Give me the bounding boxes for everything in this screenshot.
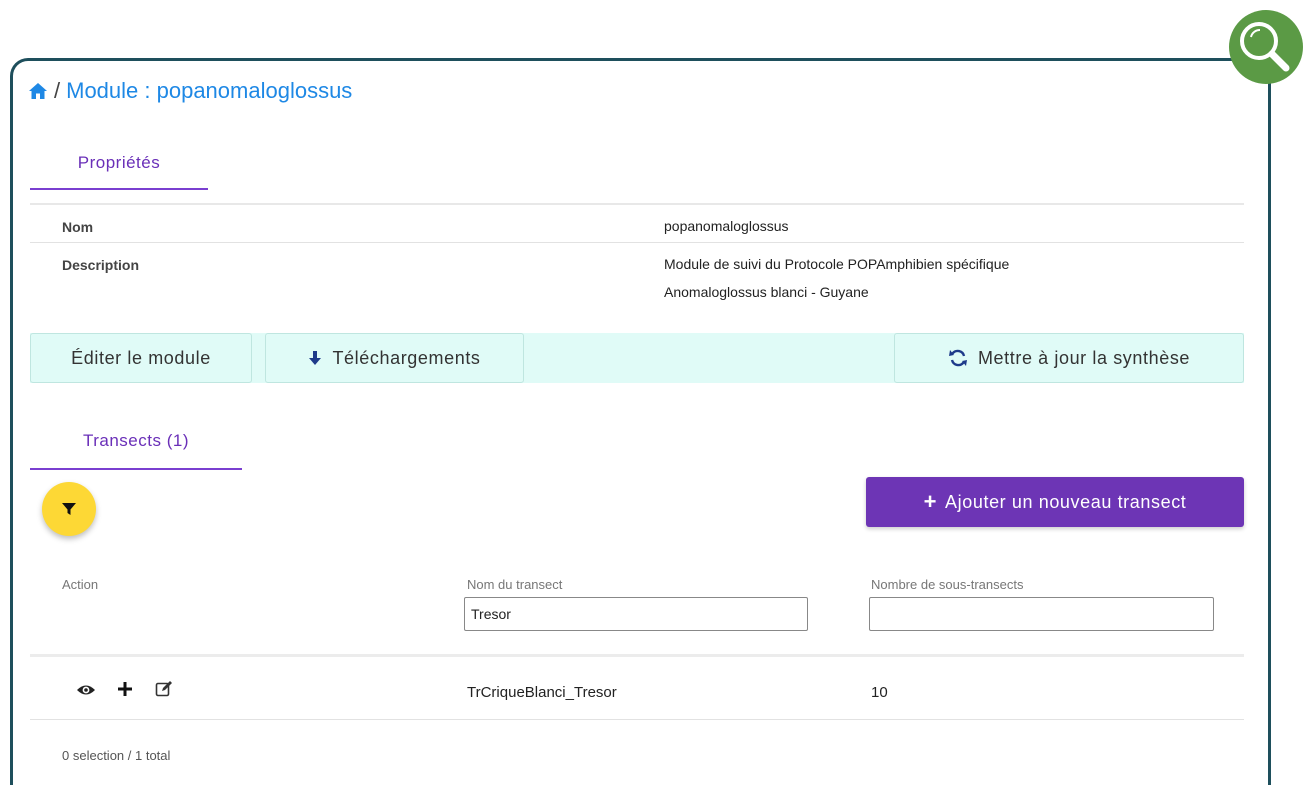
edit-icon[interactable]: [155, 680, 173, 698]
filter-toggle-button[interactable]: [42, 482, 96, 536]
edit-module-label: Éditer le module: [71, 347, 211, 368]
downloads-label: Téléchargements: [332, 347, 481, 368]
add-transect-label: Ajouter un nouveau transect: [945, 491, 1187, 512]
row-transect-name: TrCriqueBlanci_Tresor: [467, 684, 617, 701]
property-value-name: popanomaloglossus: [664, 218, 789, 234]
edit-module-button[interactable]: Éditer le module: [30, 333, 252, 383]
home-icon[interactable]: [28, 81, 48, 101]
filter-name-input[interactable]: [464, 597, 808, 631]
update-synthesis-button[interactable]: Mettre à jour la synthèse: [894, 333, 1244, 383]
downloads-button[interactable]: Téléchargements: [265, 333, 524, 383]
add-transect-button[interactable]: + Ajouter un nouveau transect: [866, 477, 1244, 527]
row-divider: [30, 719, 1244, 720]
tab-transects[interactable]: Transects (1): [30, 414, 242, 470]
filter-sub-count-input[interactable]: [869, 597, 1214, 631]
view-eye-icon[interactable]: [76, 683, 96, 697]
description-line-2: Anomaloglossus blanci - Guyane: [664, 284, 869, 300]
refresh-icon: [948, 349, 967, 367]
add-plus-icon[interactable]: [118, 682, 132, 696]
column-header-action: Action: [62, 577, 99, 592]
breadcrumb-separator: /: [54, 78, 61, 103]
divider: [30, 203, 1244, 205]
row-sub-count: 10: [871, 684, 888, 701]
tab-properties[interactable]: Propriétés: [30, 138, 208, 190]
breadcrumb: / Module : popanomaloglossus: [28, 76, 352, 106]
column-header-sub-count[interactable]: Nombre de sous-transects: [871, 577, 1023, 592]
update-synthesis-label: Mettre à jour la synthèse: [977, 347, 1191, 368]
breadcrumb-module-link[interactable]: Module : popanomaloglossus: [66, 78, 352, 104]
filter-icon: [62, 503, 76, 515]
magnifier-badge-icon: [1229, 10, 1303, 84]
property-label-description: Description: [62, 257, 140, 273]
arrow-down-icon: [309, 351, 322, 365]
header-divider: [30, 654, 1244, 657]
column-header-name[interactable]: Nom du transect: [467, 577, 562, 592]
table-footer-count: 0 selection / 1 total: [62, 748, 171, 763]
property-label-name: Nom: [62, 219, 94, 235]
description-line-1: Module de suivi du Protocole POPAmphibie…: [664, 256, 1010, 272]
property-value-description: Module de suivi du Protocole POPAmphibie…: [664, 250, 1184, 306]
divider: [30, 242, 1244, 243]
plus-icon: +: [923, 489, 938, 514]
